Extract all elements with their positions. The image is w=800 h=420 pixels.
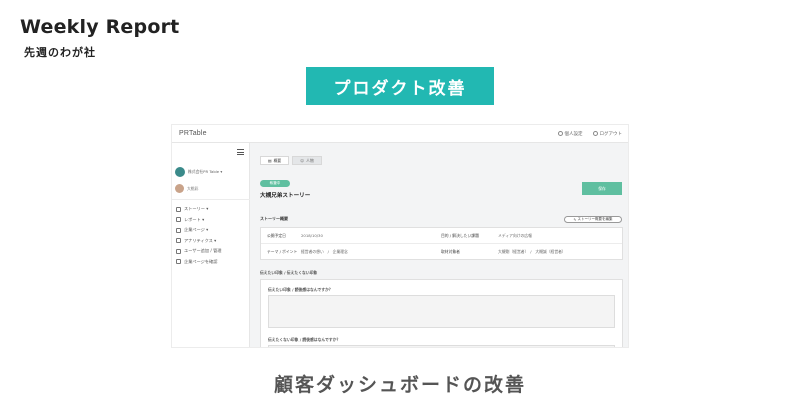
sidebar-nav: ストーリー ▾ レポート ▾ 企業ページ ▾ アナリティクス ▾ ユーザー追加 … bbox=[176, 204, 222, 267]
preview-icon bbox=[176, 259, 181, 265]
tab-bar: ▤ 概要 ☺ 人物 bbox=[260, 156, 322, 165]
edit-icon bbox=[176, 206, 181, 212]
user-name: 大桃彩 bbox=[187, 185, 199, 191]
sidebar-divider bbox=[172, 199, 250, 200]
main-content: ▤ 概要 ☺ 人物 執筆中 大槻兄弟ストーリー 保存 ストーリー概要 ✎ ストー… bbox=[250, 143, 628, 347]
field-label: 取材対象者 bbox=[441, 249, 460, 254]
analytics-icon bbox=[176, 238, 181, 244]
sidebar-item-label: ストーリー ▾ bbox=[184, 206, 209, 212]
user-icon bbox=[176, 248, 181, 254]
personal-settings-label: 個人設定 bbox=[564, 131, 583, 137]
report-icon bbox=[176, 217, 181, 223]
sidebar-item-label: ユーザー追加 / 管理 bbox=[184, 248, 222, 254]
company-name: 株式会社PR Table ▾ bbox=[188, 169, 223, 174]
logout-icon bbox=[592, 131, 598, 136]
undesired-impression-textarea[interactable] bbox=[268, 345, 615, 347]
user-profile[interactable]: 大桃彩 bbox=[175, 184, 198, 193]
story-title: 大槻兄弟ストーリー bbox=[260, 193, 311, 199]
logout-label: ログアウト bbox=[599, 131, 623, 137]
table-row: テーマ / ポイント 経営者の想い / 企業理念 取材対象者 大槻剛（経営者） … bbox=[261, 244, 622, 260]
sidebar-item-label: 企業ページ ▾ bbox=[184, 227, 209, 233]
edit-overview-button[interactable]: ✎ ストーリー概要を編集 bbox=[564, 216, 622, 223]
sidebar: 株式会社PR Table ▾ 大桃彩 ストーリー ▾ レポート ▾ 企業ページ … bbox=[172, 143, 250, 347]
topbar-actions: 個人設定 ログアウト bbox=[557, 131, 623, 137]
logout-link[interactable]: ログアウト bbox=[592, 131, 623, 137]
people-tab-icon: ☺ bbox=[300, 158, 305, 163]
question-label: 伝えたくない印象 / 読後感はなんですか？ bbox=[268, 337, 341, 342]
overview-table: 公開予定日 2018/10/30 目的 / 解決したい課題 メディア向けの広報 … bbox=[260, 227, 623, 260]
sidebar-item-story[interactable]: ストーリー ▾ bbox=[176, 204, 222, 215]
field-label: 目的 / 解決したい課題 bbox=[441, 232, 479, 238]
sidebar-item-label: 企業ページを確認 bbox=[184, 258, 218, 264]
page-icon bbox=[176, 227, 181, 233]
save-button[interactable]: 保存 bbox=[582, 182, 622, 195]
company-logo bbox=[175, 167, 185, 177]
tab-label: 概要 bbox=[273, 157, 282, 163]
impressions-card: 伝えたい印象 / 読後感はなんですか？ 伝えたくない印象 / 読後感はなんですか… bbox=[260, 279, 623, 347]
sidebar-item-users[interactable]: ユーザー追加 / 管理 bbox=[176, 246, 222, 257]
desired-impression-textarea[interactable] bbox=[268, 295, 615, 328]
gear-icon bbox=[557, 131, 563, 136]
tab-overview[interactable]: ▤ 概要 bbox=[260, 156, 290, 165]
report-subtitle: 先週のわが社 bbox=[24, 46, 96, 59]
app-screenshot: PRTable 個人設定 ログアウト 株式会社PR Table ▾ 大桃彩 スト… bbox=[171, 124, 629, 348]
overview-heading: ストーリー概要 bbox=[260, 216, 288, 221]
tab-label: 人物 bbox=[306, 157, 314, 163]
field-label: テーマ / ポイント bbox=[267, 249, 298, 254]
field-label: 公開予定日 bbox=[267, 232, 286, 238]
sidebar-item-preview[interactable]: 企業ページを確認 bbox=[176, 257, 222, 268]
field-value: 経営者の想い / 企業理念 bbox=[301, 249, 348, 254]
tab-people[interactable]: ☺ 人物 bbox=[292, 156, 322, 165]
avatar bbox=[175, 184, 184, 193]
report-title: Weekly Report bbox=[20, 16, 180, 38]
status-badge[interactable]: 執筆中 bbox=[260, 180, 290, 187]
section-banner: プロダクト改善 bbox=[306, 67, 494, 105]
impressions-heading: 伝えたい印象 / 伝えたくない印象 bbox=[260, 270, 318, 275]
top-bar: PRTable 個人設定 ログアウト bbox=[172, 125, 628, 143]
personal-settings-link[interactable]: 個人設定 bbox=[557, 131, 583, 137]
sidebar-item-label: レポート ▾ bbox=[184, 216, 205, 222]
app-logo[interactable]: PRTable bbox=[179, 130, 207, 137]
question-label: 伝えたい印象 / 読後感はなんですか？ bbox=[268, 287, 333, 292]
sidebar-item-label: アナリティクス ▾ bbox=[184, 237, 217, 243]
field-value: 2018/10/30 bbox=[301, 233, 323, 238]
menu-icon[interactable] bbox=[237, 149, 244, 155]
edit-overview-label: ストーリー概要を編集 bbox=[577, 217, 613, 221]
caption: 顧客ダッシュボードの改善 bbox=[273, 374, 526, 396]
company-switcher[interactable]: 株式会社PR Table ▾ bbox=[175, 167, 222, 177]
field-value: 大槻剛（経営者） / 大槻誠（経営者） bbox=[498, 249, 566, 254]
table-row: 公開予定日 2018/10/30 目的 / 解決したい課題 メディア向けの広報 bbox=[261, 228, 622, 244]
sidebar-item-company-page[interactable]: 企業ページ ▾ bbox=[176, 225, 222, 236]
overview-tab-icon: ▤ bbox=[268, 158, 272, 163]
sidebar-item-report[interactable]: レポート ▾ bbox=[176, 215, 222, 226]
field-value: メディア向けの広報 bbox=[498, 232, 532, 238]
sidebar-item-analytics[interactable]: アナリティクス ▾ bbox=[176, 236, 222, 247]
